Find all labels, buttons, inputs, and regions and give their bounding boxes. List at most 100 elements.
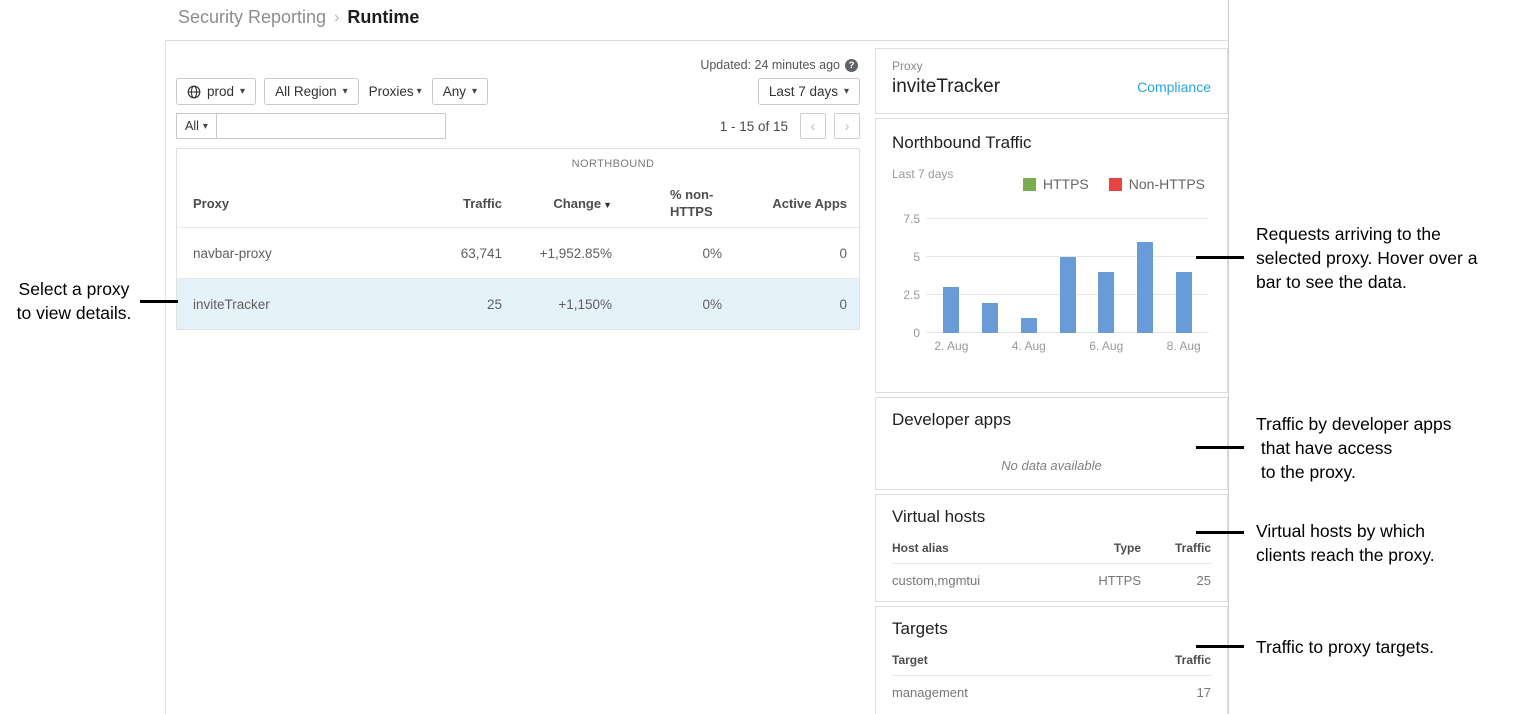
any-label: Any xyxy=(443,84,466,99)
x-tick-label: 6. Aug xyxy=(1087,339,1126,353)
bar-6. Aug[interactable] xyxy=(1098,272,1114,333)
col-header-proxy[interactable]: Proxy xyxy=(193,196,407,211)
annotation-requests: Requests arriving to theselected proxy. … xyxy=(1256,222,1477,294)
developer-apps-card: Developer apps No data available xyxy=(875,397,1228,490)
col-header-traffic[interactable]: Traffic xyxy=(407,196,502,211)
callout-line-targets xyxy=(1196,645,1244,648)
col-header-non-https[interactable]: % non-HTTPS xyxy=(612,186,722,220)
x-tick-label: 8. Aug xyxy=(1164,339,1203,353)
bar-slot xyxy=(1087,219,1126,333)
pagination-range: 1 - 15 of 15 xyxy=(720,119,788,134)
screenshot-right-edge xyxy=(1228,0,1229,714)
proxy-label: Proxy xyxy=(892,59,1211,73)
chevron-left-icon: ‹ xyxy=(811,118,816,135)
traffic-bar-chart: 02.557.5 2. Aug4. Aug6. Aug8. Aug xyxy=(890,219,1209,353)
legend-item: Non-HTTPS xyxy=(1109,176,1205,192)
bar-7. Aug[interactable] xyxy=(1137,242,1153,333)
table-row[interactable]: navbar-proxy63,741+1,952.85%0%0 xyxy=(177,227,859,278)
search-bar: All ▾ xyxy=(176,113,446,139)
cell-traffic: 25 xyxy=(407,297,502,312)
table-row[interactable]: inviteTracker25+1,150%0%0 xyxy=(177,278,859,329)
vhost-table-body: custom,mgmtuiHTTPS25 xyxy=(892,564,1211,597)
annotation-developer-apps: Traffic by developer apps that have acce… xyxy=(1256,412,1452,484)
annotation-targets: Traffic to proxy targets. xyxy=(1256,635,1434,659)
developer-apps-title: Developer apps xyxy=(892,410,1211,430)
legend-item: HTTPS xyxy=(1023,176,1089,192)
bar-slot xyxy=(1009,219,1048,333)
annotation-text-line: that have access xyxy=(1256,436,1452,460)
bar-slot xyxy=(932,219,971,333)
legend-swatch-icon xyxy=(1023,178,1036,191)
col-header-active-apps[interactable]: Active Apps xyxy=(722,196,847,211)
virtual-hosts-title: Virtual hosts xyxy=(892,507,1211,527)
bar-8. Aug[interactable] xyxy=(1176,272,1192,333)
content-left-border xyxy=(165,40,166,714)
annotation-text-line: selected proxy. Hover over a xyxy=(1256,246,1477,270)
annotation-text-line: clients reach the proxy. xyxy=(1256,543,1435,567)
vhost-row[interactable]: custom,mgmtuiHTTPS25 xyxy=(892,564,1211,597)
bar-3. Aug[interactable] xyxy=(982,303,998,333)
targets-title: Targets xyxy=(892,619,1211,639)
updated-status: Updated: 24 minutes ago ? xyxy=(700,58,858,72)
proxies-dropdown[interactable]: Proxies ▾ xyxy=(367,84,424,99)
cell-change: +1,952.85% xyxy=(502,246,612,261)
prev-page-button[interactable]: ‹ xyxy=(800,113,826,139)
cell-proxy: navbar-proxy xyxy=(193,246,407,261)
y-tick-label: 0 xyxy=(888,326,920,340)
vhost-cell-type: HTTPS xyxy=(1061,564,1141,597)
globe-icon xyxy=(187,85,201,99)
target-row[interactable]: management17 xyxy=(892,676,1211,709)
virtual-hosts-card: Virtual hosts Host alias Type Traffic cu… xyxy=(875,494,1228,602)
cell-non-https: 0% xyxy=(612,246,722,261)
help-icon[interactable]: ? xyxy=(845,59,858,72)
date-range-label: Last 7 days xyxy=(769,84,838,99)
pagination: 1 - 15 of 15 ‹ › xyxy=(720,113,860,139)
x-tick-label xyxy=(1048,339,1087,353)
bar-5. Aug[interactable] xyxy=(1060,257,1076,333)
targets-card: Targets Target Traffic management17 xyxy=(875,606,1228,714)
bars-group xyxy=(932,219,1203,333)
table-group-header-row: NORTHBOUND xyxy=(177,149,859,179)
search-scope-dropdown[interactable]: All ▾ xyxy=(176,113,217,139)
chart-legend: HTTPS Non-HTTPS xyxy=(1023,176,1205,192)
col-header-change[interactable]: Change▼ xyxy=(502,196,612,211)
annotation-text-line: Traffic by developer apps xyxy=(1256,412,1452,436)
caret-down-icon: ▾ xyxy=(844,86,849,97)
bar-2. Aug[interactable] xyxy=(943,287,959,333)
breadcrumb: Security Reporting › Runtime xyxy=(178,7,419,28)
legend-label: Non-HTTPS xyxy=(1129,176,1205,192)
annotation-virtual-hosts: Virtual hosts by whichclients reach the … xyxy=(1256,519,1435,567)
callout-line-virtual-hosts xyxy=(1196,531,1244,534)
vhost-col-type: Type xyxy=(1061,527,1141,564)
cell-change: +1,150% xyxy=(502,297,612,312)
legend-label: HTTPS xyxy=(1043,176,1089,192)
callout-line-requests xyxy=(1196,256,1244,259)
annotation-text-line: to the proxy. xyxy=(1256,460,1452,484)
date-range-dropdown[interactable]: Last 7 days ▾ xyxy=(758,78,860,105)
traffic-card-subtitle: Last 7 days xyxy=(892,167,953,181)
next-page-button[interactable]: › xyxy=(834,113,860,139)
proxy-detail-card: Proxy inviteTracker Compliance xyxy=(875,48,1228,114)
bar-slot xyxy=(971,219,1010,333)
breadcrumb-parent[interactable]: Security Reporting xyxy=(178,7,326,28)
annotation-text-line: Requests arriving to the xyxy=(1256,222,1477,246)
caret-down-icon: ▾ xyxy=(417,86,422,97)
bar-4. Aug[interactable] xyxy=(1021,318,1037,333)
northbound-traffic-card: Northbound Traffic Last 7 days HTTPSNon-… xyxy=(875,118,1228,393)
search-scope-label: All xyxy=(185,119,199,133)
targets-table-body: management17 xyxy=(892,676,1211,709)
annotation-text-line: Virtual hosts by which xyxy=(1256,519,1435,543)
annotation-text-line: to view details. xyxy=(0,301,148,325)
bar-slot xyxy=(1126,219,1165,333)
caret-down-icon: ▾ xyxy=(343,86,348,97)
y-tick-label: 5 xyxy=(888,250,920,264)
search-input[interactable] xyxy=(217,113,446,139)
environment-dropdown[interactable]: prod ▾ xyxy=(176,78,256,105)
any-dropdown[interactable]: Any ▾ xyxy=(432,78,488,105)
y-tick-label: 2.5 xyxy=(888,288,920,302)
updated-text: Updated: 24 minutes ago xyxy=(700,58,840,72)
region-dropdown[interactable]: All Region ▾ xyxy=(264,78,359,105)
compliance-link[interactable]: Compliance xyxy=(1137,79,1211,95)
x-tick-label xyxy=(971,339,1010,353)
selected-proxy-name: inviteTracker xyxy=(892,76,1000,98)
